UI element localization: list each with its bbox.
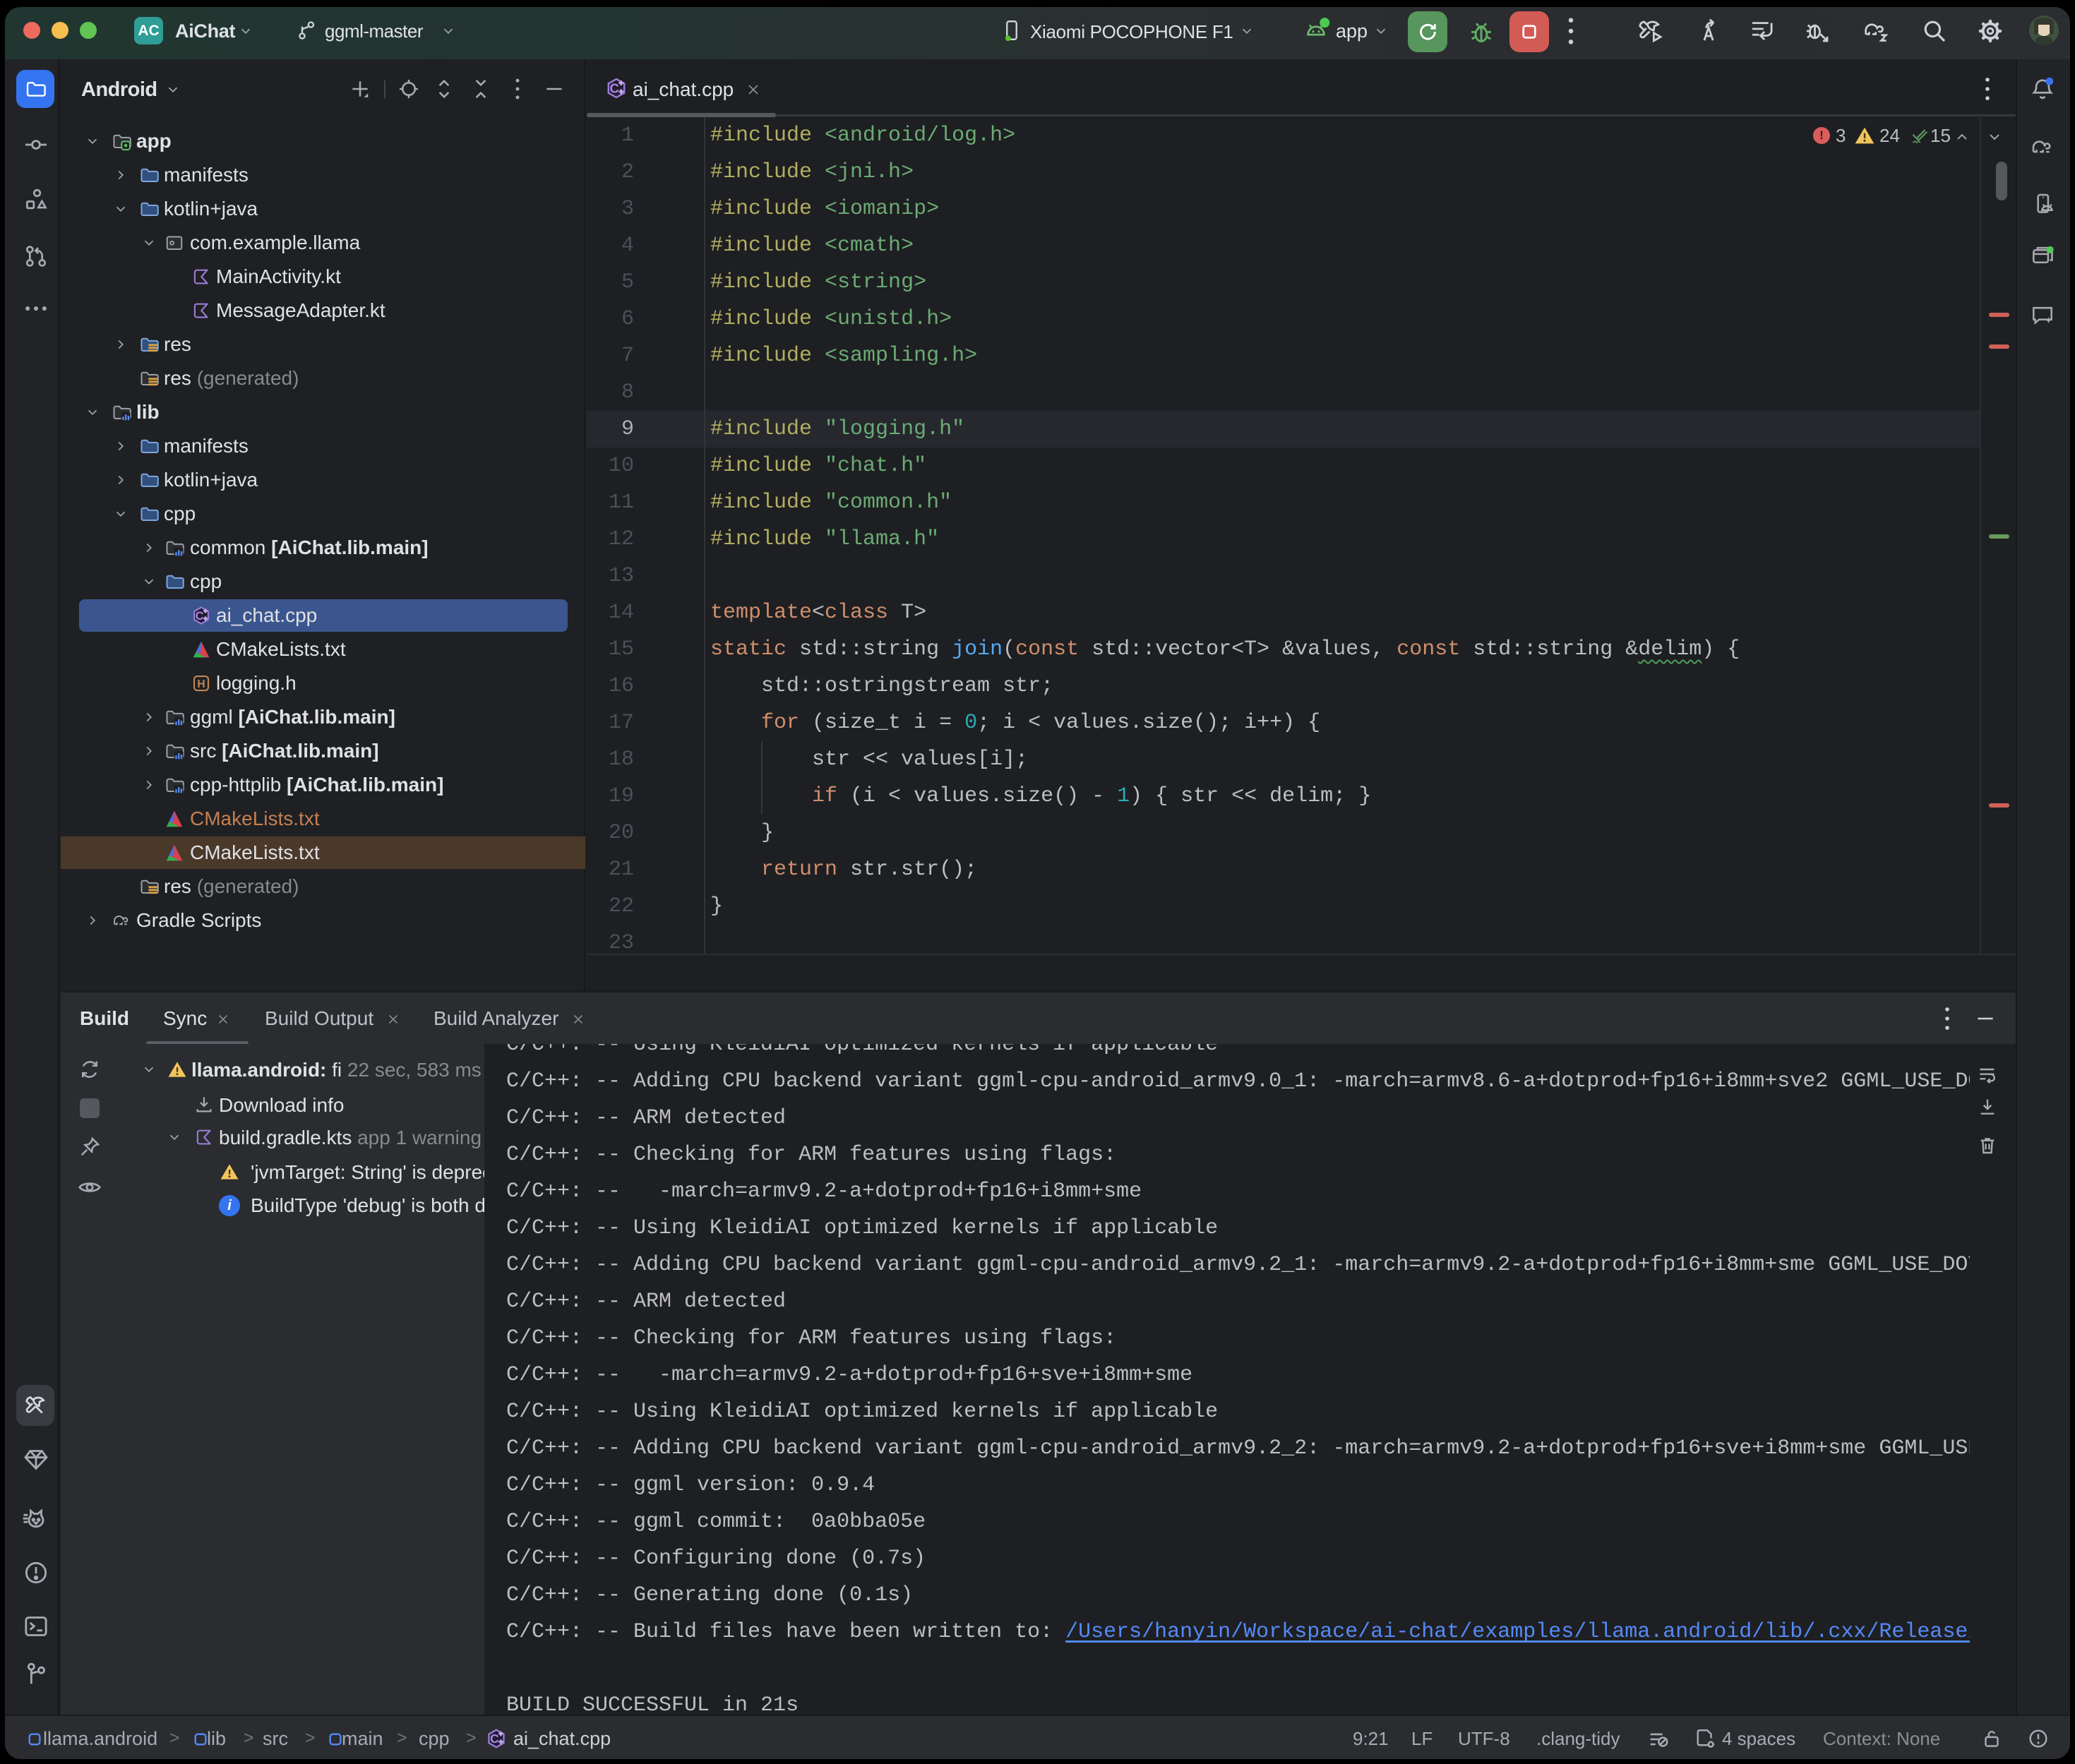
svg-text:C: C — [196, 610, 204, 623]
svg-text:C: C — [610, 81, 619, 96]
svg-text:C: C — [490, 1732, 499, 1746]
svg-text:H: H — [197, 678, 205, 690]
